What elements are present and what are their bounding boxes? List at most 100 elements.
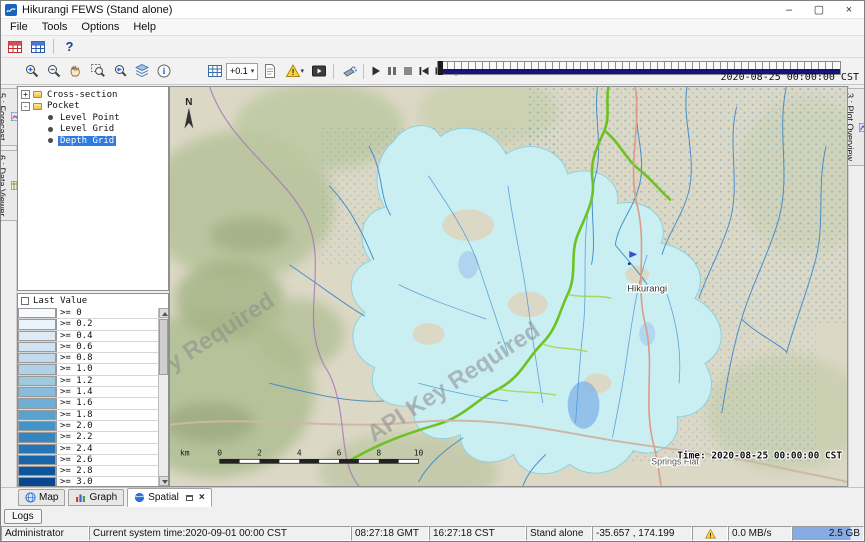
legend-swatch xyxy=(18,342,56,352)
tree-node-icon xyxy=(46,136,55,145)
status-local-time: 16:27:18 CST xyxy=(429,526,526,541)
left-tab-strip: 5 : Forecast 6 : Data Viewer xyxy=(1,86,17,487)
legend-swatch xyxy=(18,466,56,476)
map-label-town: Hikurangi xyxy=(627,282,667,293)
tab-close-icon[interactable]: × xyxy=(199,492,205,503)
tree-expander-icon[interactable]: - xyxy=(21,102,30,111)
close-button[interactable]: × xyxy=(834,1,864,18)
time-slider-handle[interactable] xyxy=(438,61,443,75)
map-time-label: Time: 2020-08-25 00:00:00 CST xyxy=(677,450,842,461)
legend-list: >= 0 >= 0.2 >= 0.4 xyxy=(18,308,168,486)
legend-row: >= 0.4 xyxy=(18,331,158,342)
legend-label: >= 0.4 xyxy=(56,331,158,341)
zoom-out-icon[interactable] xyxy=(43,61,64,81)
legend-label: >= 1.0 xyxy=(56,364,158,374)
map-area[interactable]: API Key Required API Key Required N Hiku… xyxy=(169,86,848,487)
current-datetime: 2020-08-25 00:00:00 CST xyxy=(721,72,859,83)
legend-row: >= 2.4 xyxy=(18,444,158,455)
legend-label: >= 0 xyxy=(56,308,158,318)
legend-swatch xyxy=(18,331,56,341)
timeseries-document-icon[interactable] xyxy=(259,61,280,81)
map-canvas[interactable]: API Key Required API Key Required N Hiku… xyxy=(170,87,847,486)
grid-display-icon[interactable] xyxy=(204,61,225,81)
maximize-button[interactable]: ▢ xyxy=(804,1,834,18)
status-warning-cell[interactable]: ! xyxy=(692,526,728,541)
legend-swatch xyxy=(18,455,56,465)
legend-row: >= 1.8 xyxy=(18,410,158,421)
menu-item[interactable]: Help xyxy=(126,20,163,34)
legend-row: >= 2.6 xyxy=(18,455,158,466)
warning-icon: ! xyxy=(704,528,717,540)
tree-item[interactable]: Level Point xyxy=(18,112,168,124)
zoom-region-icon[interactable] xyxy=(87,61,108,81)
legend-panel: Last Value >= 0 >= 0.2 xyxy=(17,293,169,487)
spatial-sphere-icon xyxy=(134,492,145,503)
menu-item[interactable]: Options xyxy=(74,20,126,34)
chevron-down-icon: ▾ xyxy=(301,68,305,75)
tab-graph[interactable]: Graph xyxy=(68,489,124,506)
tree-item-label: Level Point xyxy=(58,113,122,123)
menu-item[interactable]: Tools xyxy=(35,20,75,34)
legend-label: >= 2.2 xyxy=(56,432,158,442)
legend-swatch xyxy=(18,421,56,431)
tree-node-icon xyxy=(46,125,55,134)
play-icon[interactable] xyxy=(368,62,383,80)
logs-button[interactable]: Logs xyxy=(4,509,42,524)
scroll-up-icon[interactable] xyxy=(159,308,169,318)
tree-item[interactable]: Depth Grid xyxy=(18,135,168,147)
window-title: Hikurangi FEWS (Stand alone) xyxy=(22,4,774,16)
legend-row: >= 1.4 xyxy=(18,387,158,398)
explorer-panel-icon[interactable] xyxy=(4,37,25,57)
pan-hand-icon[interactable] xyxy=(65,61,86,81)
zoom-previous-icon[interactable] xyxy=(109,61,130,81)
svg-text:!: ! xyxy=(291,67,294,77)
tree-item[interactable]: Level Grid xyxy=(18,124,168,136)
float-window-icon[interactable] xyxy=(186,495,193,501)
pause-icon[interactable] xyxy=(384,62,399,80)
legend-swatch xyxy=(18,444,56,454)
scroll-down-icon[interactable] xyxy=(159,476,169,486)
help-icon[interactable]: ? xyxy=(59,37,80,57)
last-value-checkbox[interactable] xyxy=(21,297,29,305)
thresholds-warning-icon[interactable]: ! ▾ xyxy=(281,61,307,81)
info-icon[interactable]: i xyxy=(153,61,174,81)
left-panel: + Cross-section - Pocket Level Point xyxy=(17,86,169,487)
minimize-button[interactable]: – xyxy=(774,1,804,18)
main-region: 5 : Forecast 6 : Data Viewer + Cross-sec… xyxy=(1,86,864,487)
tree-item[interactable]: - Pocket xyxy=(18,101,168,113)
database-panel-icon[interactable] xyxy=(27,37,48,57)
legend-label: >= 0.8 xyxy=(56,353,158,363)
app-logo-icon xyxy=(5,4,17,16)
scrollbar-thumb[interactable] xyxy=(159,319,168,375)
tab-spatial[interactable]: Spatial × xyxy=(127,488,211,507)
menu-item[interactable]: File xyxy=(3,20,35,34)
map-toolbar: i +0.1 ▾ ! ▾ xyxy=(1,58,864,85)
tree-node-icon xyxy=(33,91,42,98)
skip-start-icon[interactable] xyxy=(416,62,431,80)
logs-row: Logs xyxy=(1,507,864,526)
zoom-in-icon[interactable] xyxy=(21,61,42,81)
legend-scrollbar[interactable] xyxy=(158,308,168,486)
animation-movie-icon[interactable] xyxy=(308,61,329,81)
legend-swatch xyxy=(18,376,56,386)
legend-row: >= 0 xyxy=(18,308,158,319)
tab-map[interactable]: Map xyxy=(18,489,65,506)
svg-text:4: 4 xyxy=(297,448,302,457)
legend-label: >= 1.4 xyxy=(56,387,158,397)
plot-overview-tab-icon xyxy=(859,123,865,132)
stop-icon[interactable] xyxy=(400,62,415,80)
legend-label: >= 2.4 xyxy=(56,444,158,454)
threshold-combo[interactable]: +0.1 ▾ xyxy=(226,63,258,80)
tree-expander-icon[interactable]: + xyxy=(21,90,30,99)
tree-item[interactable]: + Cross-section xyxy=(18,89,168,101)
menu-bar: File Tools Options Help xyxy=(1,19,864,36)
layers-icon[interactable] xyxy=(131,61,152,81)
legend-row: >= 3.0 xyxy=(18,477,158,486)
threshold-value: +0.1 xyxy=(230,66,248,76)
export-snapshot-icon[interactable] xyxy=(338,61,359,81)
svg-text:!: ! xyxy=(709,532,711,539)
layer-tree: + Cross-section - Pocket Level Point xyxy=(17,86,169,291)
tree-item-label: Level Grid xyxy=(58,124,116,134)
tab-graph-label: Graph xyxy=(89,492,117,503)
legend-row: >= 1.0 xyxy=(18,364,158,375)
